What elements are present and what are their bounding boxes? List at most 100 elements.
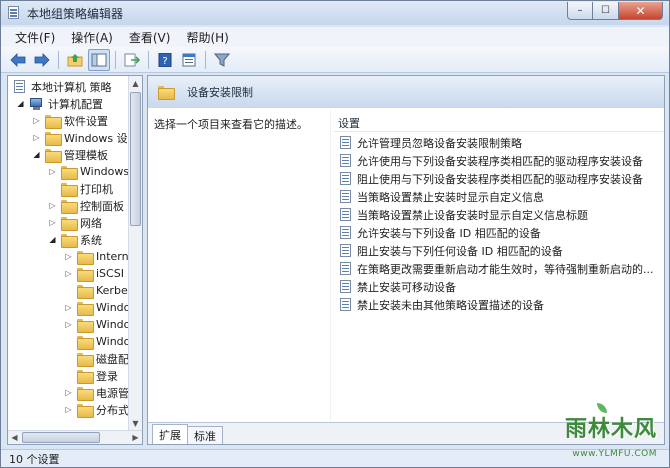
menu-view[interactable]: 查看(V) — [121, 29, 179, 46]
tree-item-windows-2[interactable]: ▷ Windo — [64, 316, 130, 333]
forward-button[interactable] — [31, 49, 53, 71]
details-pane: 设备安装限制 选择一个项目来查看它的描述。 设置 允许管理员忽略设备安装限制策略… — [147, 75, 665, 445]
tree-item-windows-components[interactable]: ▷ Windows — [48, 163, 129, 180]
folder-icon — [61, 165, 78, 180]
tab-extended[interactable]: 扩展 — [152, 424, 188, 444]
tree-item-windows-1[interactable]: ▷ Windo — [64, 299, 130, 316]
tree-item-software-settings[interactable]: ▷ 软件设置 — [32, 112, 108, 129]
list-item[interactable]: 允许使用与下列设备安装程序类相匹配的驱动程序安装设备 — [338, 152, 643, 170]
tree-item-logon[interactable]: 登录 — [64, 367, 118, 384]
tree-item-internet-communication[interactable]: ▷ Intern — [64, 248, 129, 265]
setting-label: 允许安装与下列设备 ID 相匹配的设备 — [357, 227, 541, 240]
expander-open-icon[interactable]: ◢ — [16, 99, 25, 108]
expander-open-icon[interactable]: ◢ — [48, 235, 57, 244]
policy-setting-icon — [338, 190, 353, 204]
status-text: 10 个设置 — [9, 452, 60, 466]
tree-item-label: 电源管 — [96, 386, 129, 400]
group-policy-app-icon — [7, 6, 21, 20]
folder-icon — [77, 250, 94, 265]
expander-closed-icon[interactable]: ▷ — [48, 201, 57, 210]
tree-item-computer-configuration[interactable]: ◢ 计算机配置 — [16, 95, 103, 112]
expander-closed-icon[interactable]: ▷ — [32, 116, 41, 125]
watermark-main-text: 雨林木风 — [564, 417, 657, 442]
scroll-up-icon[interactable]: ▲ — [129, 76, 142, 90]
folder-icon — [77, 335, 94, 350]
list-item[interactable]: 阻止使用与下列设备安装程序类相匹配的驱动程序安装设备 — [338, 170, 643, 188]
column-header-setting[interactable]: 设置 — [334, 114, 664, 132]
show-hide-console-tree-button[interactable] — [88, 48, 110, 71]
tree-vertical-scrollbar[interactable]: ▲ ▼ — [128, 76, 142, 430]
policy-setting-icon — [338, 136, 353, 150]
scroll-right-icon[interactable]: ▶ — [129, 431, 142, 444]
toolbar: ? — [1, 47, 669, 73]
filter-icon — [214, 53, 230, 67]
tree-vertical-scroll-thumb[interactable] — [130, 92, 141, 226]
tree-item-system[interactable]: ◢ 系统 — [48, 231, 102, 248]
maximize-button[interactable]: ☐ — [593, 2, 619, 20]
scroll-down-icon[interactable]: ▼ — [129, 416, 142, 430]
list-item[interactable]: 当策略设置禁止设备安装时显示自定义信息标题 — [338, 206, 588, 224]
list-item[interactable]: 在策略更改需要重新启动才能生效时，等待强制重新启动的... — [338, 260, 654, 278]
expander-closed-icon[interactable]: ▷ — [64, 388, 73, 397]
tree-horizontal-scrollbar[interactable]: ◀ ▶ — [8, 430, 142, 444]
expander-closed-icon[interactable]: ▷ — [48, 167, 57, 176]
list-item[interactable]: 阻止安装与下列任何设备 ID 相匹配的设备 — [338, 242, 563, 260]
help-icon: ? — [158, 52, 172, 67]
tree-item-power-management[interactable]: ▷ 电源管 — [64, 384, 129, 401]
tree-item-label: 磁盘配 — [96, 352, 129, 366]
tree-item-distributed[interactable]: ▷ 分布式 — [64, 401, 129, 418]
policy-setting-icon — [338, 172, 353, 186]
menu-file[interactable]: 文件(F) — [7, 29, 63, 46]
scroll-left-icon[interactable]: ◀ — [8, 431, 21, 444]
expander-closed-icon[interactable]: ▷ — [64, 320, 73, 329]
list-item[interactable]: 允许管理员忽略设备安装限制策略 — [338, 134, 522, 152]
tree-item-network[interactable]: ▷ 网络 — [48, 214, 102, 231]
minimize-icon: – — [577, 5, 583, 16]
expander-open-icon[interactable]: ◢ — [32, 150, 41, 159]
up-one-level-button[interactable] — [64, 49, 86, 71]
tree-item-windows-settings[interactable]: ▷ Windows 设 — [32, 129, 128, 146]
tree-item-administrative-templates[interactable]: ◢ 管理模板 — [32, 146, 108, 163]
site-watermark: 雨林木风 www.YLMFU.COM — [539, 403, 661, 461]
menu-action[interactable]: 操作(A) — [63, 29, 121, 46]
tree-item-disk-quotas[interactable]: 磁盘配 — [64, 350, 129, 367]
console-tree[interactable]: 本地计算机 策略 ◢ 计算机配置 ▷ 软件设置 ▷ Windows 设 ◢ 管理… — [7, 75, 143, 445]
expander-closed-icon[interactable]: ▷ — [64, 303, 73, 312]
title-bar[interactable]: 本地组策略编辑器 – ☐ ✕ — [1, 1, 669, 25]
tree-item-windows-3[interactable]: Windo — [64, 333, 130, 350]
expander-closed-icon[interactable]: ▷ — [48, 218, 57, 227]
menu-bar: 文件(F) 操作(A) 查看(V) 帮助(H) — [1, 27, 669, 47]
expander-closed-icon[interactable]: ▷ — [64, 269, 73, 278]
folder-icon — [61, 233, 78, 248]
policy-icon — [12, 79, 27, 94]
tree-item-label: Windo — [96, 335, 131, 348]
tree-item-iscsi[interactable]: ▷ iSCSI — [64, 265, 124, 282]
folder-icon — [77, 386, 94, 401]
properties-button[interactable] — [178, 49, 200, 71]
policy-setting-icon — [338, 154, 353, 168]
list-item[interactable]: 禁止安装未由其他策略设置描述的设备 — [338, 296, 544, 314]
window-title: 本地组策略编辑器 — [27, 6, 124, 21]
list-item[interactable]: 允许安装与下列设备 ID 相匹配的设备 — [338, 224, 541, 242]
help-button[interactable]: ? — [154, 49, 176, 71]
list-item[interactable]: 当策略设置禁止安装时显示自定义信息 — [338, 188, 544, 206]
menu-help[interactable]: 帮助(H) — [178, 29, 236, 46]
tree-item-printers[interactable]: 打印机 — [48, 180, 113, 197]
expander-closed-icon[interactable]: ▷ — [32, 133, 41, 142]
tree-item-label: 网络 — [80, 216, 102, 230]
folder-icon — [77, 267, 94, 282]
filter-button[interactable] — [211, 49, 233, 71]
minimize-button[interactable]: – — [567, 2, 593, 20]
export-list-button[interactable] — [121, 49, 143, 71]
expander-closed-icon[interactable]: ▷ — [64, 252, 73, 261]
tab-standard[interactable]: 标准 — [187, 426, 223, 444]
tree-item-control-panel[interactable]: ▷ 控制面板 — [48, 197, 124, 214]
tree-item-kerberos[interactable]: Kerbe — [64, 282, 128, 299]
forward-icon — [34, 52, 50, 67]
tree-item-local-computer-policy[interactable]: 本地计算机 策略 — [12, 78, 112, 95]
tree-horizontal-scroll-thumb[interactable] — [22, 432, 100, 443]
back-button[interactable] — [7, 49, 29, 71]
close-button[interactable]: ✕ — [619, 2, 663, 20]
expander-closed-icon[interactable]: ▷ — [64, 405, 73, 414]
list-item[interactable]: 禁止安装可移动设备 — [338, 278, 456, 296]
